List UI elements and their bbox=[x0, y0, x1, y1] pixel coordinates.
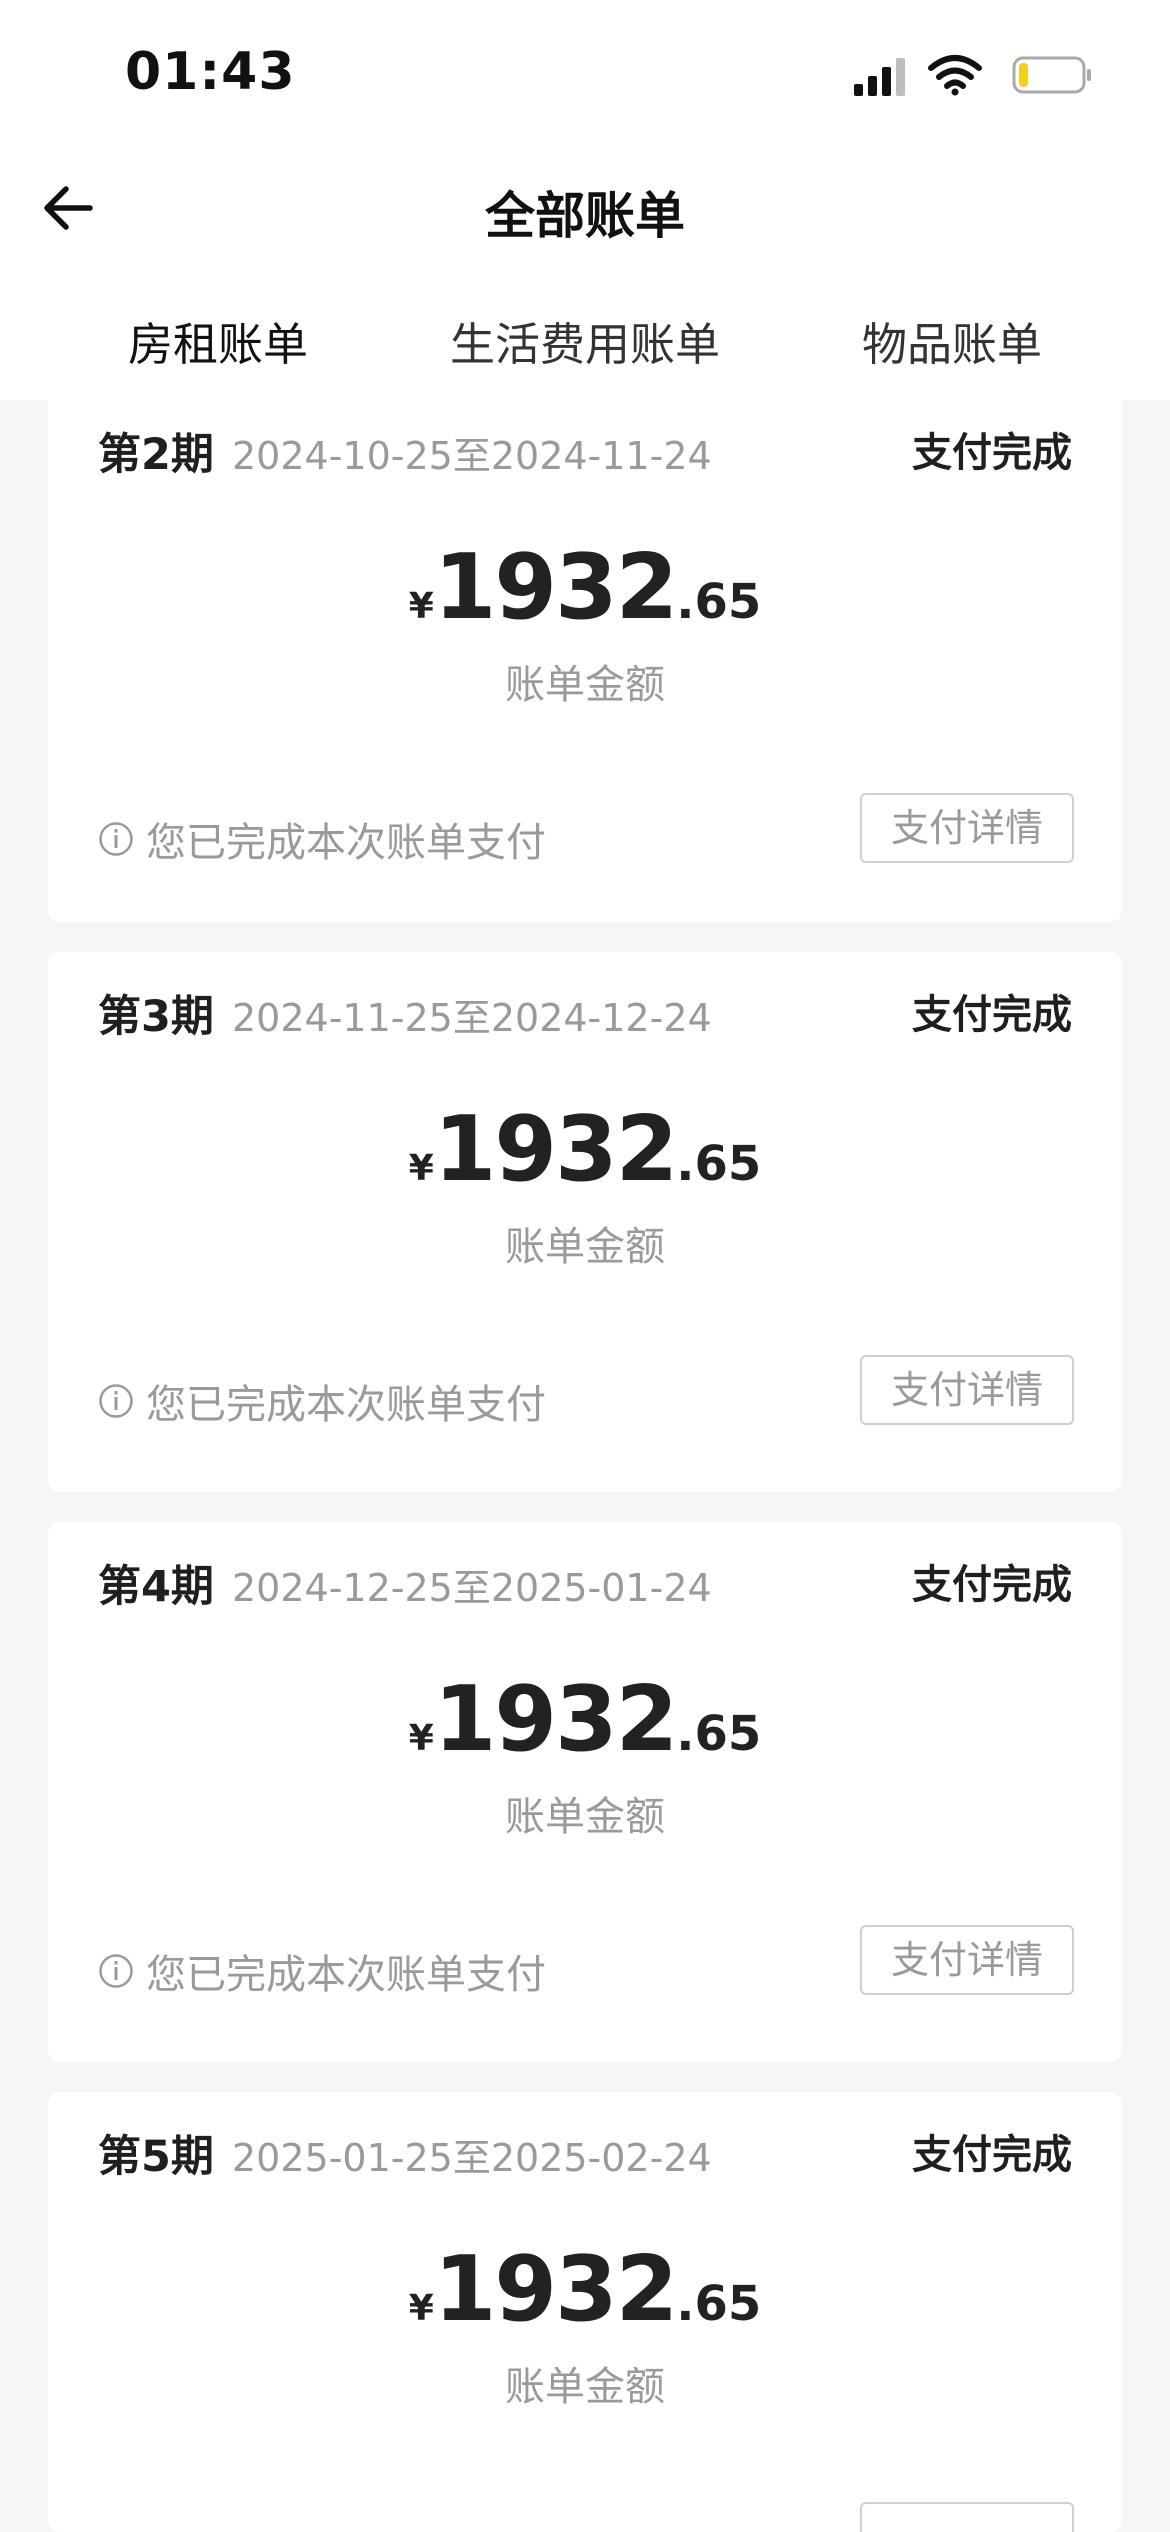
amount-integer: 1932 bbox=[433, 535, 678, 640]
bill-date-range: 2024-10-25至2024-11-24 bbox=[232, 434, 712, 478]
currency-symbol: ¥ bbox=[408, 1718, 434, 1759]
info-icon bbox=[99, 1954, 133, 1988]
bill-period: 第2期 bbox=[98, 430, 214, 480]
amount-decimal: .65 bbox=[676, 1706, 762, 1762]
battery-icon bbox=[1012, 56, 1091, 94]
amount-integer: 1932 bbox=[433, 1667, 678, 1772]
info-icon bbox=[99, 822, 133, 856]
bill-status: 支付完成 bbox=[912, 430, 1072, 476]
payment-details-button[interactable]: 支付详情 bbox=[860, 1355, 1074, 1425]
payment-notice: 您已完成本次账单支付 bbox=[98, 810, 546, 866]
amount-decimal: .65 bbox=[676, 2276, 762, 2332]
payment-details-button[interactable]: 支付详情 bbox=[860, 1925, 1074, 1995]
bill-status: 支付完成 bbox=[912, 992, 1072, 1038]
status-time: 01:43 bbox=[125, 42, 296, 102]
bill-card[interactable]: 第5期 2025-01-25至2025-02-24 支付完成 ¥1932.65 … bbox=[48, 2092, 1122, 2532]
signal-icon bbox=[854, 58, 905, 96]
tab-living-expense-bills[interactable]: 生活费用账单 bbox=[450, 308, 720, 373]
bill-status: 支付完成 bbox=[912, 2132, 1072, 2178]
nav-bar: 全部账单 bbox=[0, 150, 1170, 260]
status-bar: 01:43 bbox=[0, 0, 1170, 150]
tab-rent-bills[interactable]: 房租账单 bbox=[128, 308, 308, 373]
bill-amount: ¥1932.65 bbox=[48, 1097, 1122, 1202]
bill-period: 第4期 bbox=[98, 1562, 214, 1612]
payment-details-button[interactable] bbox=[860, 2502, 1074, 2532]
bill-date-range: 2024-11-25至2024-12-24 bbox=[232, 996, 712, 1040]
payment-notice: 您已完成本次账单支付 bbox=[98, 1942, 546, 1998]
amount-decimal: .65 bbox=[676, 1136, 762, 1192]
bill-amount: ¥1932.65 bbox=[48, 535, 1122, 640]
bill-card[interactable]: 第4期 2024-12-25至2025-01-24 支付完成 ¥1932.65 … bbox=[48, 1522, 1122, 2062]
bill-date-range: 2025-01-25至2025-02-24 bbox=[232, 2136, 712, 2180]
bill-card[interactable]: 第2期 2024-10-25至2024-11-24 支付完成 ¥1932.65 … bbox=[48, 390, 1122, 922]
amount-label: 账单金额 bbox=[505, 1794, 665, 1840]
amount-decimal: .65 bbox=[676, 574, 762, 630]
top-bar: 01:43 全部账单 房租账单 生活费用账单 物品账单 bbox=[0, 0, 1170, 400]
payment-details-button[interactable]: 支付详情 bbox=[860, 793, 1074, 863]
bill-card[interactable]: 第3期 2024-11-25至2024-12-24 支付完成 ¥1932.65 … bbox=[48, 952, 1122, 1492]
payment-notice: 您已完成本次账单支付 bbox=[98, 1372, 546, 1428]
bill-date-range: 2024-12-25至2025-01-24 bbox=[232, 1566, 712, 1610]
amount-label: 账单金额 bbox=[505, 662, 665, 708]
amount-label: 账单金额 bbox=[505, 2364, 665, 2410]
bill-amount: ¥1932.65 bbox=[48, 1667, 1122, 1772]
bill-period: 第3期 bbox=[98, 992, 214, 1042]
payment-notice-text: 您已完成本次账单支付 bbox=[146, 1382, 546, 1428]
currency-symbol: ¥ bbox=[408, 586, 434, 627]
currency-symbol: ¥ bbox=[408, 1148, 434, 1189]
currency-symbol: ¥ bbox=[408, 2288, 434, 2329]
payment-notice-text: 您已完成本次账单支付 bbox=[146, 820, 546, 866]
bill-period: 第5期 bbox=[98, 2132, 214, 2182]
bill-amount: ¥1932.65 bbox=[48, 2237, 1122, 2342]
wifi-icon bbox=[928, 55, 982, 96]
payment-notice-text: 您已完成本次账单支付 bbox=[146, 1952, 546, 1998]
bill-status: 支付完成 bbox=[912, 1562, 1072, 1608]
amount-integer: 1932 bbox=[433, 1097, 678, 1202]
amount-label: 账单金额 bbox=[505, 1224, 665, 1270]
tab-bar: 房租账单 生活费用账单 物品账单 bbox=[0, 300, 1170, 400]
tab-item-bills[interactable]: 物品账单 bbox=[862, 308, 1042, 373]
info-icon bbox=[99, 1384, 133, 1418]
amount-integer: 1932 bbox=[433, 2237, 678, 2342]
page-title: 全部账单 bbox=[485, 187, 685, 245]
